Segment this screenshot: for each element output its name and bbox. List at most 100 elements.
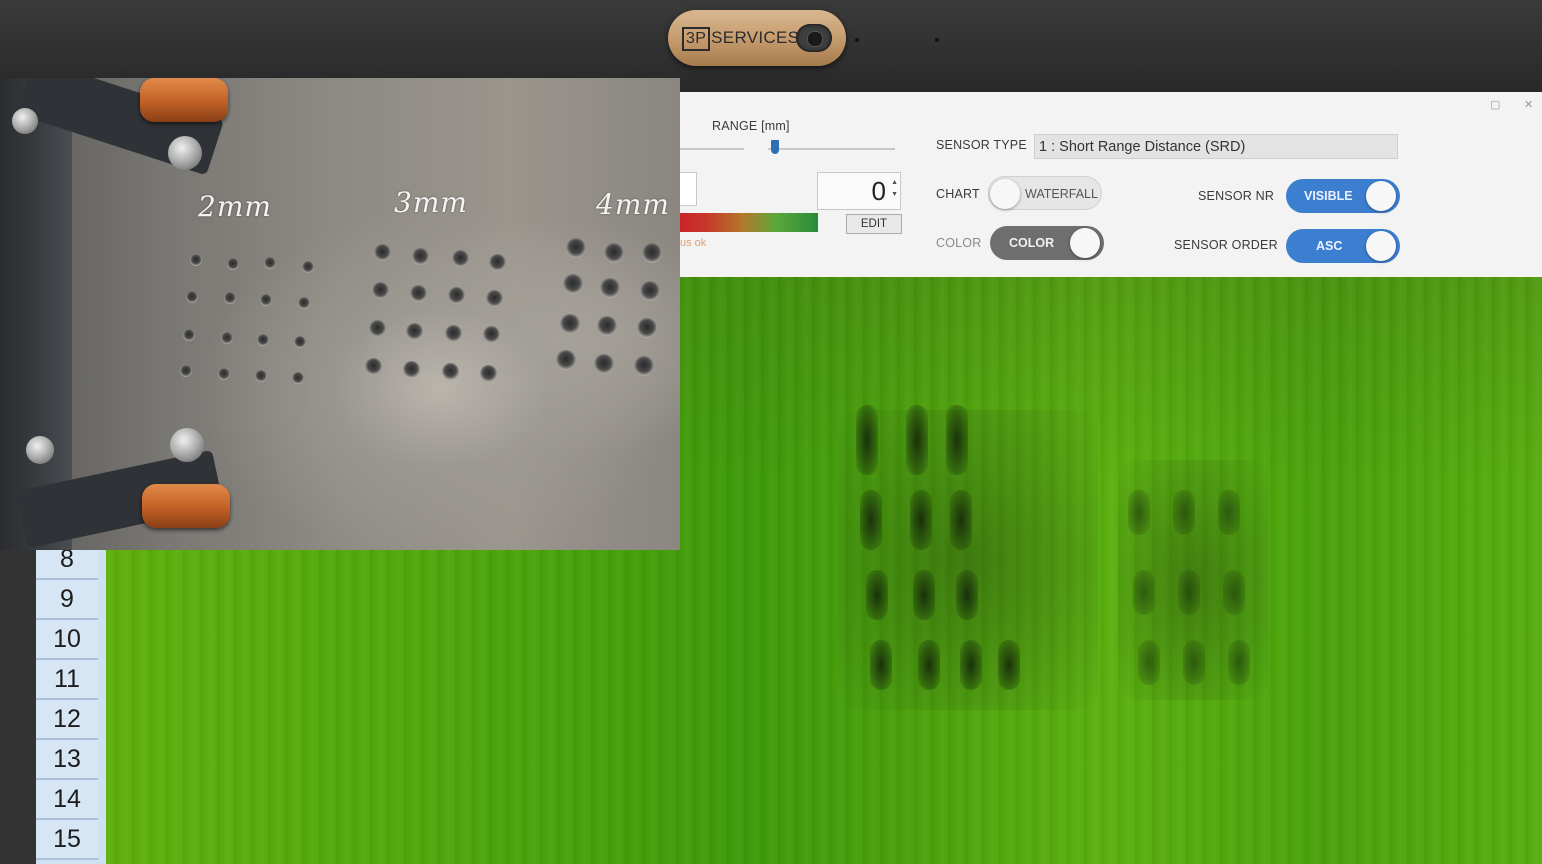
drilled-hole xyxy=(642,243,662,263)
defect-mark xyxy=(956,570,978,620)
drilled-hole xyxy=(372,282,389,299)
range-value-spinner[interactable]: 0 ▲ ▼ xyxy=(817,172,901,210)
defect-mark xyxy=(860,490,882,550)
defect-mark xyxy=(1173,490,1195,535)
drilled-hole xyxy=(448,287,465,304)
defect-mark xyxy=(1178,570,1200,615)
row-number: 15 xyxy=(36,820,98,860)
spinner-arrows-icon[interactable]: ▲ ▼ xyxy=(891,177,898,201)
bolt-icon xyxy=(170,428,204,462)
drilled-hole xyxy=(292,372,304,384)
range-value: 0 xyxy=(871,176,886,206)
drilled-hole xyxy=(260,294,272,306)
drilled-hole xyxy=(412,248,429,265)
sensor-type-select[interactable]: 1 : Short Range Distance (SRD) xyxy=(1034,134,1398,159)
drilled-hole xyxy=(302,261,314,273)
sensor-order-toggle[interactable]: ASC xyxy=(1286,229,1400,263)
toggle-knob xyxy=(990,179,1020,209)
drilled-hole xyxy=(257,334,269,346)
defect-mark xyxy=(960,640,982,690)
defect-mark xyxy=(918,640,940,690)
bolt-icon xyxy=(12,108,38,134)
roller-wheel xyxy=(142,484,230,528)
row-number: 14 xyxy=(36,780,98,820)
drilled-hole xyxy=(442,363,459,380)
hole-size-label-4mm: 4mm xyxy=(596,188,670,221)
drilled-hole xyxy=(597,316,617,336)
defect-mark xyxy=(1218,490,1240,535)
row-number: 10 xyxy=(36,620,98,660)
sensor-nr-toggle[interactable]: VISIBLE xyxy=(1286,179,1400,213)
defect-mark xyxy=(1183,640,1205,685)
drilled-hole xyxy=(190,254,202,266)
color-scale-bar xyxy=(680,213,818,232)
row-number: 9 xyxy=(36,580,98,620)
chart-label: CHART xyxy=(936,187,980,201)
range-slider-thumb[interactable] xyxy=(771,140,779,154)
drilled-hole xyxy=(186,291,198,303)
drilled-hole xyxy=(224,292,236,304)
color-label: COLOR xyxy=(936,236,982,250)
drilled-hole xyxy=(640,281,660,301)
drilled-hole xyxy=(489,254,506,271)
defect-mark xyxy=(856,405,878,475)
drilled-hole xyxy=(180,365,192,377)
drilled-hole xyxy=(365,358,382,375)
drilled-hole xyxy=(604,243,624,263)
sensor-nr-toggle-text: VISIBLE xyxy=(1304,189,1353,203)
chart-toggle-text: WATERFALL xyxy=(1025,187,1098,201)
defect-mark xyxy=(1223,570,1245,615)
drilled-hole xyxy=(374,244,391,261)
defect-mark xyxy=(1228,640,1250,685)
drilled-hole xyxy=(556,350,576,370)
edit-button[interactable]: EDIT xyxy=(846,214,902,234)
color-mode-toggle[interactable]: COLOR xyxy=(990,226,1104,260)
drilled-hole xyxy=(264,257,276,269)
drilled-hole xyxy=(410,285,427,302)
sensor-nr-label: SENSOR NR xyxy=(1198,189,1275,203)
webcam-lens xyxy=(796,24,832,52)
chart-type-toggle[interactable]: WATERFALL xyxy=(988,176,1102,210)
defect-mark xyxy=(1133,570,1155,615)
window-close-icon[interactable]: ✕ xyxy=(1524,98,1533,111)
drilled-hole xyxy=(637,318,657,338)
range-slider[interactable] xyxy=(680,140,895,156)
defect-mark xyxy=(950,490,972,550)
test-plate-photo: 2mm 3mm 4mm xyxy=(0,78,680,550)
defect-mark xyxy=(1128,490,1150,535)
row-number: 12 xyxy=(36,700,98,740)
defect-mark xyxy=(998,640,1020,690)
status-text: us ok xyxy=(680,237,707,249)
screen-left-edge xyxy=(0,548,38,864)
drilled-hole xyxy=(221,332,233,344)
drilled-hole xyxy=(600,278,620,298)
bolt-icon xyxy=(26,436,54,464)
range-slider-track xyxy=(680,148,895,150)
sensor-order-label: SENSOR ORDER xyxy=(1174,238,1278,252)
range-min-spinner[interactable] xyxy=(680,172,697,206)
drilled-hole xyxy=(255,370,267,382)
defect-mark xyxy=(1138,640,1160,685)
webcam-cover: 3P SERVICES xyxy=(668,10,846,66)
sensor-mount xyxy=(0,78,72,550)
toggle-knob xyxy=(1070,228,1100,258)
drilled-hole xyxy=(594,354,614,374)
bezel-led-dot xyxy=(935,38,939,42)
toggle-knob xyxy=(1366,231,1396,261)
color-toggle-text: COLOR xyxy=(1009,236,1055,250)
roller-wheel xyxy=(140,78,228,122)
drilled-hole xyxy=(218,368,230,380)
hole-size-label-2mm: 2mm xyxy=(198,190,272,223)
drilled-hole xyxy=(445,325,462,342)
sensor-order-toggle-text: ASC xyxy=(1316,239,1343,253)
webcam-cover-logo: 3P SERVICES xyxy=(682,24,799,52)
drilled-hole xyxy=(560,314,580,334)
drilled-hole xyxy=(483,326,500,343)
drilled-hole xyxy=(486,290,503,307)
defect-mark xyxy=(870,640,892,690)
toggle-knob xyxy=(1366,181,1396,211)
drilled-hole xyxy=(563,274,583,294)
defect-mark xyxy=(910,490,932,550)
window-restore-icon[interactable]: ▢ xyxy=(1490,98,1500,111)
drilled-hole xyxy=(227,258,239,270)
